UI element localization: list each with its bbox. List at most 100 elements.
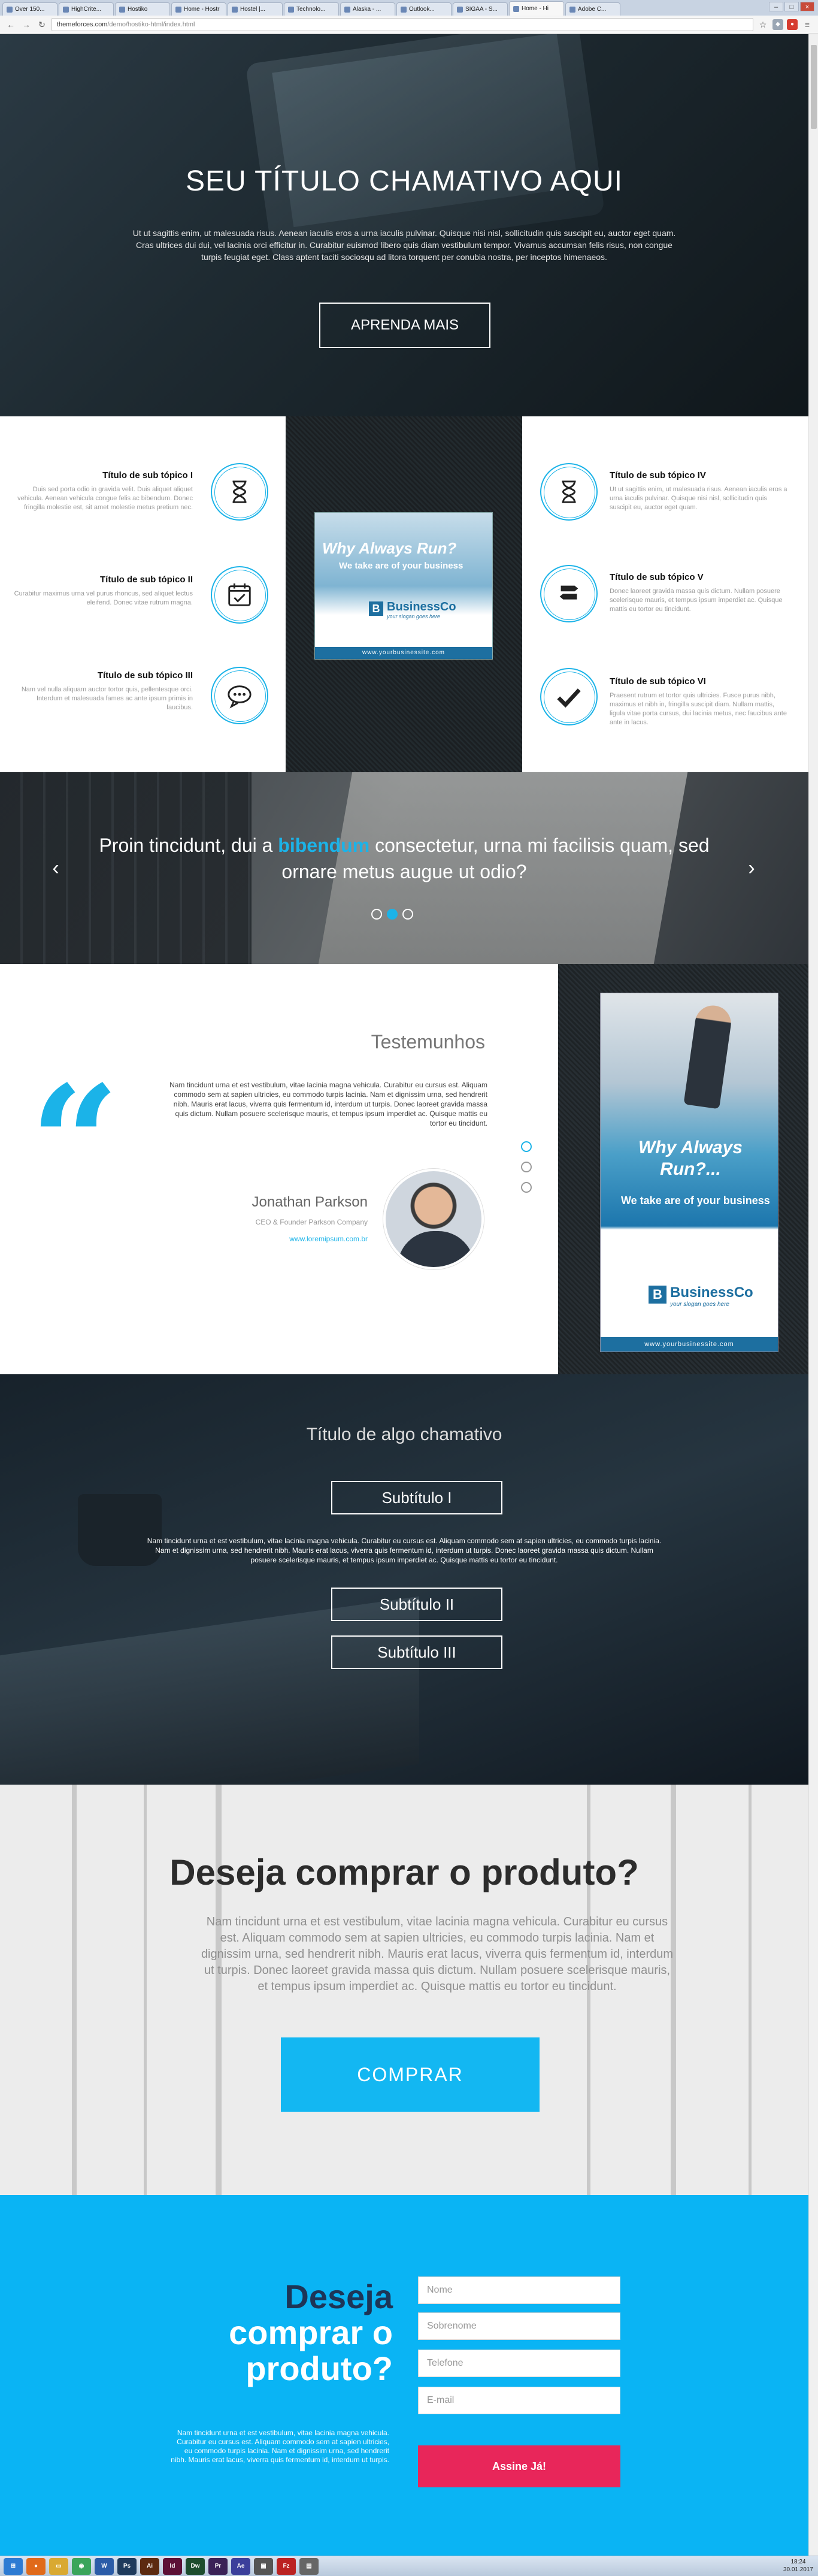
forward-icon[interactable]: → <box>20 19 32 31</box>
slider-dot-active[interactable] <box>387 909 398 920</box>
testimonial-dot[interactable] <box>521 1162 532 1172</box>
feature-title: Título de sub tópico III <box>97 670 193 681</box>
highlight-text: Nam tincidunt urna et est vestibulum, vi… <box>147 1537 662 1564</box>
back-icon[interactable]: ← <box>5 19 17 31</box>
email-field[interactable]: E-mail <box>418 2387 620 2414</box>
star-icon[interactable]: ☆ <box>757 19 769 31</box>
feature-item: Título de sub tópico III Nam vel nulla a… <box>13 670 193 712</box>
avatar <box>383 1169 484 1269</box>
app-icon[interactable]: ▣ <box>254 2557 273 2575</box>
chevron-left-icon[interactable]: ‹ <box>47 856 65 880</box>
browser-tab[interactable]: SIGAA - S... <box>453 2 508 16</box>
dreamweaver-icon[interactable]: Dw <box>186 2557 205 2575</box>
browser-tab[interactable]: Home - Hostr <box>171 2 226 16</box>
word-icon[interactable]: W <box>95 2557 114 2575</box>
reload-icon[interactable]: ↻ <box>36 19 48 31</box>
menu-icon[interactable]: ≡ <box>801 19 813 31</box>
ad-headline: Why Always Run? <box>322 539 457 557</box>
hero-section: SEU TÍTULO CHAMATIVO AQUI Ut ut sagittis… <box>0 34 808 416</box>
feature-title: Título de sub tópico IV <box>610 470 706 480</box>
hero-text: Ut ut sagittis enim, ut malesuada risus.… <box>132 228 676 262</box>
testimonial-dot[interactable] <box>521 1182 532 1193</box>
minimize-icon[interactable]: – <box>769 2 783 11</box>
scrollbar[interactable] <box>808 34 818 2556</box>
learn-more-button[interactable]: APRENDA MAIS <box>319 303 490 348</box>
indesign-icon[interactable]: Id <box>163 2557 182 2575</box>
running-man-image <box>683 1003 734 1109</box>
feature-text: Curabitur maximus urna vel purus rhoncus… <box>14 590 193 606</box>
feature-text: Praesent rutrum et tortor quis ultricies… <box>610 692 787 726</box>
subtitle-1-button[interactable]: Subtítulo I <box>331 1481 502 1514</box>
subtitle-2-button[interactable]: Subtítulo II <box>331 1588 502 1621</box>
start-icon[interactable]: ⊞ <box>4 2557 23 2575</box>
testimonial-link[interactable]: www.loremipsum.com.br <box>168 1235 368 1243</box>
slider-dot[interactable] <box>371 909 382 920</box>
feature-item: Título de sub tópico IV Ut ut sagittis e… <box>610 470 789 512</box>
feature-text: Nam vel nulla aliquam auctor tortor quis… <box>21 686 193 711</box>
surname-field[interactable]: Sobrenome <box>418 2312 620 2340</box>
hourglass-icon <box>211 463 268 521</box>
buy-section: Deseja comprar o produto? Nam tincidunt … <box>0 1785 808 2195</box>
feature-text: Ut ut sagittis enim, ut malesuada risus.… <box>610 486 787 511</box>
app-icon[interactable]: ▤ <box>299 2557 319 2575</box>
favicon-icon <box>401 6 407 13</box>
browser-tab[interactable]: Hostiko <box>115 2 170 16</box>
favicon-icon <box>344 6 350 13</box>
browser-tab[interactable]: HighCrite... <box>59 2 114 16</box>
ad-subline: We take are of your business <box>621 1195 770 1207</box>
signup-text: Nam tincidunt urna et est vestibulum, vi… <box>171 2429 389 2464</box>
firefox-icon[interactable]: ● <box>26 2557 46 2575</box>
testimonial-pagination <box>521 1141 532 1193</box>
illustrator-icon[interactable]: Ai <box>140 2557 159 2575</box>
slider-quote: Proin tincidunt, dui a bibendum consecte… <box>99 835 710 882</box>
favicon-icon <box>63 6 69 13</box>
subscribe-button[interactable]: Assine Já! <box>418 2445 620 2487</box>
highlight-title: Título de algo chamativo <box>306 1425 502 1444</box>
app-icon[interactable]: Ae <box>231 2557 250 2575</box>
buy-text: Nam tincidunt urna et est vestibulum, vi… <box>201 1915 674 1993</box>
ad-site: www.yourbusinessite.com <box>601 1337 778 1352</box>
phone-field[interactable]: Telefone <box>418 2350 620 2377</box>
browser-tab[interactable]: Over 150... <box>2 2 57 16</box>
buy-button[interactable]: COMPRAR <box>281 2037 540 2112</box>
favicon-icon <box>513 5 519 12</box>
feature-title: Título de sub tópico V <box>610 572 704 582</box>
favicon-icon <box>119 6 125 13</box>
extension-icon[interactable]: ● <box>787 19 798 30</box>
browser-tab[interactable]: Outlook... <box>396 2 452 16</box>
testimonials-title: Testemunhos <box>371 1031 485 1053</box>
browser-tab-active[interactable]: Home - Hi <box>509 1 564 16</box>
browser-tab[interactable]: Hostel |... <box>228 2 283 16</box>
ad-slogan: your slogan goes here <box>387 613 441 619</box>
filezilla-icon[interactable]: Fz <box>277 2557 296 2575</box>
testimonial-name: Jonathan Parkson <box>252 1194 368 1210</box>
ad-headline: Why Always Run?... <box>638 1138 743 1179</box>
extension-icon[interactable]: ◆ <box>772 19 783 30</box>
scrollbar-thumb[interactable] <box>811 45 817 129</box>
window-controls: – □ × <box>769 2 814 11</box>
close-icon[interactable]: × <box>800 2 814 11</box>
signpost-icon <box>540 565 598 622</box>
system-clock[interactable]: 18:24 30.01.2017 <box>783 2558 813 2574</box>
feature-item: Título de sub tópico V Donec laoreet gra… <box>610 572 789 614</box>
tree-background <box>749 1785 752 2195</box>
folder-icon[interactable]: ▭ <box>49 2557 68 2575</box>
feature-title: Título de sub tópico I <box>102 470 193 480</box>
url-input[interactable]: themeforces.com/demo/hostiko-html/index.… <box>51 17 753 31</box>
slider-dot[interactable] <box>402 909 413 920</box>
browser-tab[interactable]: Technolo... <box>284 2 339 16</box>
browser-tab[interactable]: Alaska - ... <box>340 2 395 16</box>
name-field[interactable]: Nome <box>418 2276 620 2304</box>
subtitle-3-button[interactable]: Subtítulo III <box>331 1635 502 1669</box>
testimonial-dot-active[interactable] <box>521 1141 532 1152</box>
premiere-icon[interactable]: Pr <box>208 2557 228 2575</box>
photoshop-icon[interactable]: Ps <box>117 2557 137 2575</box>
slider-pagination <box>371 909 413 920</box>
ad-banner[interactable]: Why Always Run?... We take are of your b… <box>600 993 778 1352</box>
ad-banner[interactable]: Why Always Run? We take are of your busi… <box>314 512 493 660</box>
browser-tab[interactable]: Adobe C... <box>565 2 620 16</box>
chrome-icon[interactable]: ◉ <box>72 2557 91 2575</box>
chevron-right-icon[interactable]: › <box>743 856 761 880</box>
feature-text: Duis sed porta odio in gravida velit. Du… <box>17 486 193 511</box>
maximize-icon[interactable]: □ <box>784 2 799 11</box>
